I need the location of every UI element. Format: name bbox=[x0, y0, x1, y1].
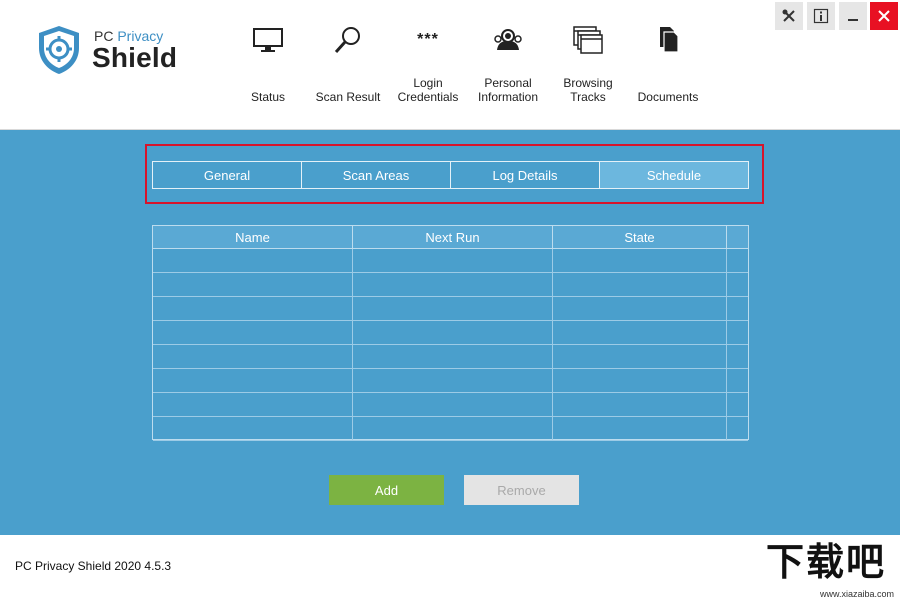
tab-general[interactable]: General bbox=[153, 162, 302, 188]
tools-icon bbox=[782, 9, 795, 22]
scrollbar-track[interactable] bbox=[727, 345, 748, 368]
table-row[interactable] bbox=[153, 345, 748, 369]
footer: PC Privacy Shield 2020 4.5.3 下载吧 www.xia… bbox=[0, 535, 900, 600]
cell-name bbox=[153, 273, 353, 296]
column-header-next-run[interactable]: Next Run bbox=[353, 226, 553, 248]
table-row[interactable] bbox=[153, 321, 748, 345]
nav-browsing-tracks[interactable]: Browsing Tracks bbox=[547, 18, 629, 110]
table-header: Name Next Run State bbox=[153, 226, 748, 249]
watermark-chinese-text: 下载吧 bbox=[766, 542, 887, 584]
close-button[interactable] bbox=[870, 2, 898, 30]
monitor-icon bbox=[251, 24, 285, 56]
nav-login-credentials[interactable]: *** Login Credentials bbox=[387, 18, 469, 110]
close-icon bbox=[878, 10, 890, 22]
nav-personal-information[interactable]: Personal Information bbox=[467, 18, 549, 110]
header: PC Privacy Shield Status Scan Result ***… bbox=[0, 0, 900, 130]
cell-next-run bbox=[353, 273, 553, 296]
nav-documents-label: Documents bbox=[637, 90, 699, 104]
cell-state bbox=[553, 273, 727, 296]
table-body bbox=[153, 249, 748, 441]
column-header-state[interactable]: State bbox=[553, 226, 727, 248]
nav-personal-information-label: Personal Information bbox=[477, 76, 539, 104]
tab-bar: General Scan Areas Log Details Schedule bbox=[152, 161, 749, 189]
tab-schedule[interactable]: Schedule bbox=[600, 162, 748, 188]
info-button[interactable] bbox=[807, 2, 835, 30]
cell-state bbox=[553, 345, 727, 368]
main-panel: General Scan Areas Log Details Schedule … bbox=[0, 130, 900, 535]
table-row[interactable] bbox=[153, 369, 748, 393]
tab-log-details[interactable]: Log Details bbox=[451, 162, 600, 188]
app-logo: PC Privacy Shield bbox=[36, 24, 196, 84]
scrollbar-track[interactable] bbox=[727, 369, 748, 392]
table-row[interactable] bbox=[153, 273, 748, 297]
table-row[interactable] bbox=[153, 249, 748, 273]
cell-name bbox=[153, 297, 353, 320]
tools-button[interactable] bbox=[775, 2, 803, 30]
schedule-table: Name Next Run State bbox=[152, 225, 749, 441]
cell-state bbox=[553, 393, 727, 416]
cell-next-run bbox=[353, 417, 553, 440]
scrollbar-track[interactable] bbox=[727, 417, 748, 440]
nav-status[interactable]: Status bbox=[227, 18, 309, 110]
watermark-url: www.xiazaiba.com bbox=[819, 589, 894, 599]
scrollbar-track[interactable] bbox=[727, 393, 748, 416]
scrollbar-track[interactable] bbox=[727, 273, 748, 296]
nav-documents[interactable]: Documents bbox=[627, 18, 709, 110]
scrollbar-track[interactable] bbox=[727, 249, 748, 272]
remove-button[interactable]: Remove bbox=[464, 475, 579, 505]
documents-icon bbox=[651, 24, 685, 56]
watermark-logo: 下载吧 www.xiazaiba.com bbox=[762, 543, 898, 599]
person-icon bbox=[491, 24, 525, 56]
cell-state bbox=[553, 249, 727, 272]
logo-title: Shield bbox=[92, 42, 178, 73]
nav-browsing-tracks-label: Browsing Tracks bbox=[563, 76, 613, 104]
cell-name bbox=[153, 369, 353, 392]
cell-next-run bbox=[353, 393, 553, 416]
cell-next-run bbox=[353, 369, 553, 392]
nav-scan-result[interactable]: Scan Result bbox=[307, 18, 389, 110]
scrollbar-track[interactable] bbox=[727, 297, 748, 320]
cell-name bbox=[153, 249, 353, 272]
cell-state bbox=[553, 417, 727, 440]
add-button[interactable]: Add bbox=[329, 475, 444, 505]
nav-status-label: Status bbox=[250, 90, 286, 104]
cell-name bbox=[153, 393, 353, 416]
browser-windows-icon bbox=[571, 24, 605, 56]
cell-next-run bbox=[353, 297, 553, 320]
cell-next-run bbox=[353, 249, 553, 272]
cell-name bbox=[153, 417, 353, 440]
nav-scan-result-label: Scan Result bbox=[315, 90, 381, 104]
cell-state bbox=[553, 297, 727, 320]
scrollbar-track[interactable] bbox=[727, 321, 748, 344]
magnifier-icon bbox=[331, 24, 365, 56]
cell-next-run bbox=[353, 321, 553, 344]
cell-next-run bbox=[353, 345, 553, 368]
table-row[interactable] bbox=[153, 393, 748, 417]
table-row[interactable] bbox=[153, 417, 748, 441]
scrollbar-header bbox=[727, 226, 748, 248]
minimize-icon bbox=[848, 19, 858, 21]
column-header-name[interactable]: Name bbox=[153, 226, 353, 248]
nav-login-credentials-label: Login Credentials bbox=[397, 76, 459, 104]
minimize-button[interactable] bbox=[839, 2, 867, 30]
password-icon: *** bbox=[417, 31, 439, 48]
table-row[interactable] bbox=[153, 297, 748, 321]
cell-name bbox=[153, 321, 353, 344]
info-icon bbox=[813, 8, 829, 24]
cell-name bbox=[153, 345, 353, 368]
tab-scan-areas[interactable]: Scan Areas bbox=[302, 162, 451, 188]
shield-logo-icon bbox=[39, 26, 79, 74]
cell-state bbox=[553, 321, 727, 344]
cell-state bbox=[553, 369, 727, 392]
version-text: PC Privacy Shield 2020 4.5.3 bbox=[15, 559, 172, 573]
